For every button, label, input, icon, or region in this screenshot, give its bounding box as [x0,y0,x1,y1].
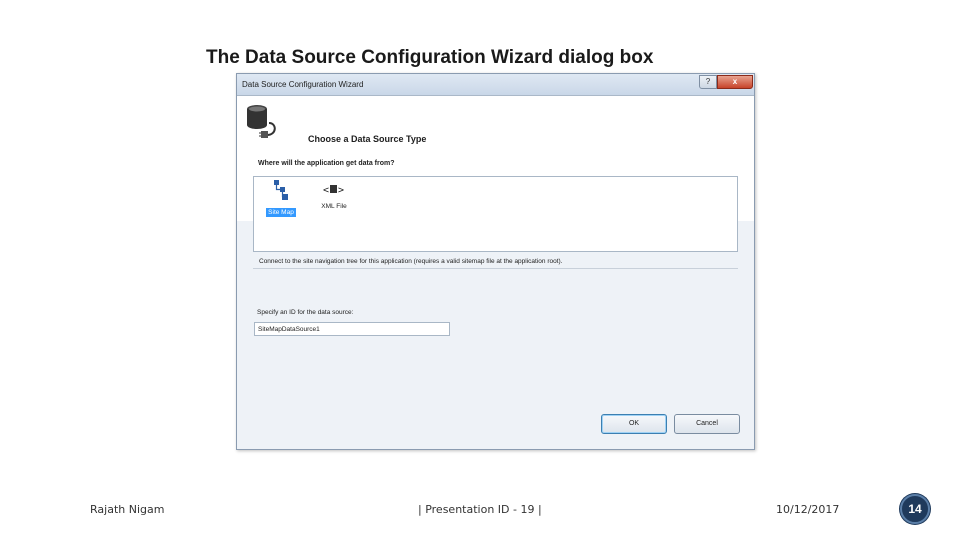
help-button[interactable]: ? [699,75,717,89]
database-icon [247,105,276,138]
page-number-badge: 14 [900,494,930,524]
footer-date: 10/12/2017 [776,503,840,516]
dialog-titlebar[interactable]: Data Source Configuration Wizard ? x [237,74,754,96]
type-item-label: Site Map [266,208,296,217]
id-label: Specify an ID for the data source: [257,309,354,316]
data-source-type-list[interactable]: Site Map < > XML File [253,176,738,252]
svg-text:<: < [323,185,329,195]
xml-file-icon: < > [323,185,344,195]
sitemap-icon [274,180,288,200]
close-button[interactable]: x [717,75,753,89]
slide-title: The Data Source Configuration Wizard dia… [206,47,654,68]
dialog-title: Data Source Configuration Wizard [242,80,364,89]
wizard-step-title: Choose a Data Source Type [308,134,427,144]
source-description: Connect to the site navigation tree for … [259,258,563,265]
footer-presentation-id: | Presentation ID - 19 | [418,503,542,516]
cancel-button[interactable]: Cancel [674,414,740,434]
svg-text:>: > [338,185,344,195]
footer-author: Rajath Nigam [90,503,165,516]
type-item-site-map[interactable]: Site Map [262,179,300,219]
type-item-label: XML File [321,203,347,210]
source-question: Where will the application get data from… [258,160,395,167]
ok-button[interactable]: OK [601,414,667,434]
data-source-id-input[interactable] [254,322,450,336]
type-item-xml-file[interactable]: < > XML File [314,183,354,213]
divider [253,268,738,269]
wizard-dialog: Data Source Configuration Wizard ? x Cho… [236,73,755,450]
